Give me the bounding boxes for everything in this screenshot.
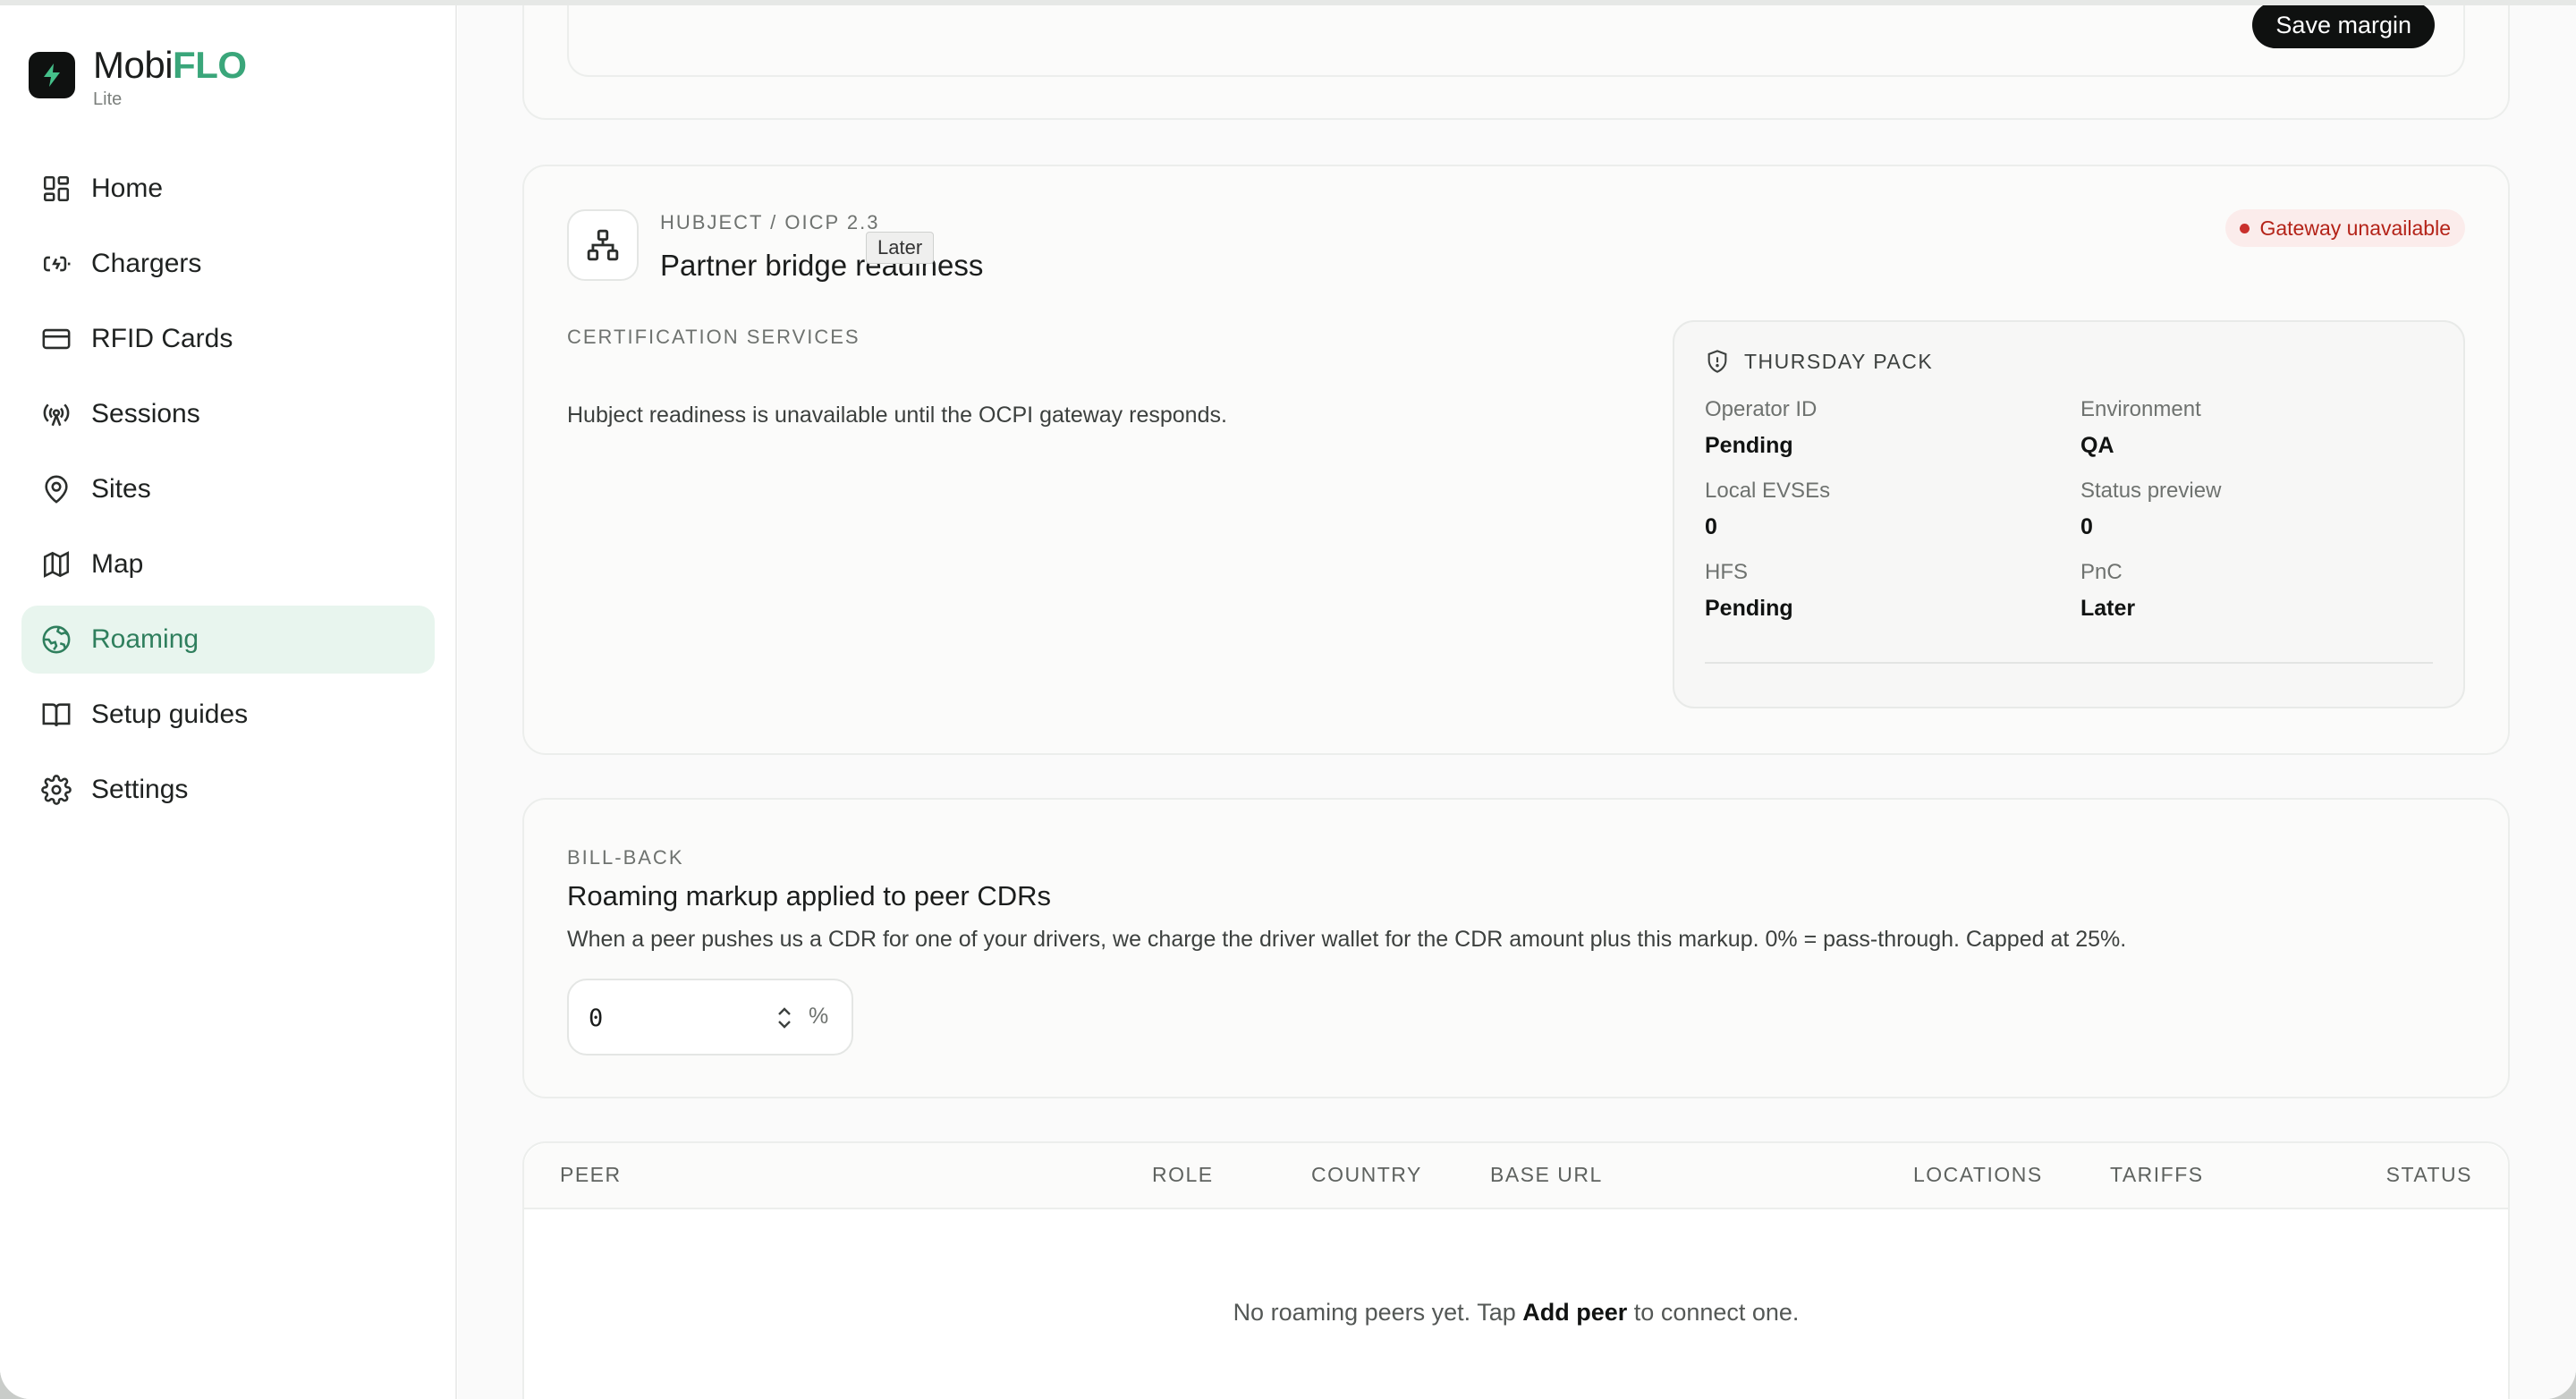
- sidebar-item-label: Sessions: [91, 399, 200, 428]
- column-header-tariffs[interactable]: TARIFFS: [2110, 1163, 2204, 1187]
- partner-bridge-card: HUBJECT / OICP 2.3 Partner bridge readin…: [522, 165, 2510, 755]
- sidebar-item-setup-guides[interactable]: Setup guides: [21, 681, 435, 749]
- lightning-logo-icon: [29, 52, 75, 98]
- column-header-role[interactable]: ROLE: [1152, 1163, 1214, 1187]
- pack-field-pnc: PnC Later: [2080, 560, 2136, 621]
- gateway-status-badge: Gateway unavailable: [2225, 209, 2465, 247]
- globe-icon: [42, 625, 71, 654]
- save-margin-button[interactable]: Save margin: [2252, 5, 2435, 48]
- brand-subtitle: Lite: [93, 89, 123, 109]
- sidebar-nav: Home Chargers RFID Cards Sessions Sites …: [21, 155, 435, 831]
- card-icon: [42, 328, 71, 350]
- book-icon: [42, 703, 71, 726]
- sidebar-item-label: Sites: [91, 474, 151, 504]
- percent-unit: %: [809, 1004, 829, 1029]
- gear-icon: [41, 775, 72, 805]
- pack-field-local-evses: Local EVSEs 0: [1705, 479, 1831, 539]
- sidebar: MobiFLO Lite Home Chargers RFID Cards Se…: [0, 5, 457, 1399]
- sidebar-item-settings[interactable]: Settings: [21, 756, 435, 824]
- sidebar-item-label: Roaming: [91, 624, 199, 654]
- sidebar-item-map[interactable]: Map: [21, 530, 435, 598]
- tooltip: Later: [866, 232, 935, 264]
- stepper-arrows-icon[interactable]: [773, 1000, 796, 1036]
- home-grid-icon: [43, 175, 70, 202]
- network-hierarchy-icon: [567, 209, 639, 281]
- empty-state-message: No roaming peers yet. Tap Add peer to co…: [1233, 1299, 1800, 1326]
- column-header-status[interactable]: STATUS: [2386, 1163, 2472, 1187]
- roaming-peers-table: PEER ROLE COUNTRY BASE URL LOCATIONS TAR…: [522, 1141, 2510, 1399]
- thursday-pack-panel: THURSDAY PACK Operator ID Pending Enviro…: [1673, 320, 2465, 708]
- table-header: PEER ROLE COUNTRY BASE URL LOCATIONS TAR…: [524, 1143, 2508, 1209]
- pack-field-status-preview: Status preview 0: [2080, 479, 2222, 539]
- divider: [1705, 662, 2433, 664]
- sidebar-item-label: RFID Cards: [91, 324, 233, 353]
- location-pin-icon: [45, 475, 68, 504]
- column-header-locations[interactable]: LOCATIONS: [1913, 1163, 2043, 1187]
- charger-icon: [43, 256, 71, 272]
- pack-field-environment: Environment QA: [2080, 397, 2201, 458]
- sidebar-item-chargers[interactable]: Chargers: [21, 230, 435, 298]
- sidebar-item-rfid-cards[interactable]: RFID Cards: [21, 305, 435, 373]
- brand-name: MobiFLO: [93, 44, 247, 86]
- add-peer-link[interactable]: Add peer: [1522, 1299, 1627, 1326]
- app-window: MobiFLO Lite Home Chargers RFID Cards Se…: [0, 0, 2576, 1399]
- brand[interactable]: MobiFLO Lite: [29, 47, 247, 110]
- sidebar-item-label: Chargers: [91, 249, 202, 278]
- markup-input-group: %: [567, 979, 853, 1056]
- bridge-title: Partner bridge readiness: [660, 249, 984, 282]
- pack-title: THURSDAY PACK: [1744, 349, 1934, 373]
- margin-card: Save margin: [522, 5, 2510, 120]
- pack-field-operator-id: Operator ID Pending: [1705, 397, 1818, 458]
- margin-panel: Save margin: [567, 5, 2465, 77]
- map-icon: [43, 551, 70, 578]
- bill-back-title: Roaming markup applied to peer CDRs: [567, 880, 1052, 911]
- bill-back-card: BILL-BACK Roaming markup applied to peer…: [522, 798, 2510, 1098]
- broadcast-icon: [43, 403, 70, 427]
- shield-icon: [1707, 350, 1727, 373]
- main-content: Save margin HUBJECT / OICP 2.3 Partner b…: [458, 5, 2576, 1399]
- pack-field-hfs: HFS Pending: [1705, 560, 1793, 621]
- sidebar-item-label: Map: [91, 549, 144, 579]
- sidebar-item-sites[interactable]: Sites: [21, 455, 435, 523]
- sidebar-item-label: Setup guides: [91, 700, 249, 729]
- sidebar-item-roaming[interactable]: Roaming: [21, 606, 435, 674]
- sidebar-item-label: Home: [91, 174, 164, 203]
- bill-back-eyebrow: BILL-BACK: [567, 846, 684, 869]
- column-header-peer[interactable]: PEER: [560, 1163, 622, 1187]
- bill-back-description: When a peer pushes us a CDR for one of y…: [567, 927, 2127, 952]
- markup-percent-input[interactable]: [589, 996, 767, 1039]
- sidebar-item-label: Settings: [91, 775, 189, 804]
- certification-services-heading: CERTIFICATION SERVICES: [567, 326, 860, 348]
- bridge-eyebrow: HUBJECT / OICP 2.3: [660, 211, 880, 233]
- sidebar-item-sessions[interactable]: Sessions: [21, 380, 435, 448]
- column-header-base-url[interactable]: BASE URL: [1490, 1163, 1603, 1187]
- certification-status-text: Hubject readiness is unavailable until t…: [567, 403, 1227, 428]
- column-header-country[interactable]: COUNTRY: [1311, 1163, 1422, 1187]
- sidebar-item-home[interactable]: Home: [21, 155, 435, 223]
